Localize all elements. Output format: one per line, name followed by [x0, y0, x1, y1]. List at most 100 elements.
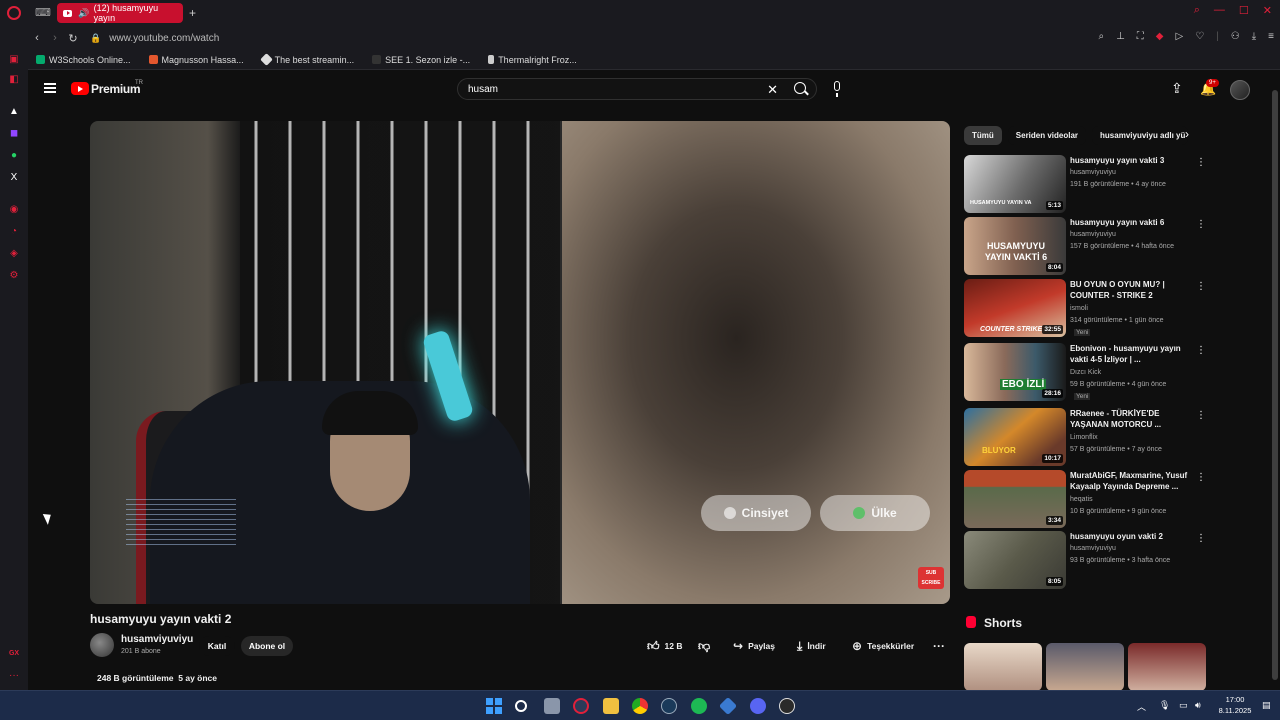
more-vert-icon[interactable]: ⋮: [1196, 533, 1206, 544]
minimize-button[interactable]: —: [1214, 4, 1225, 17]
avatar[interactable]: [1230, 80, 1250, 100]
youtube-logo-icon[interactable]: [71, 82, 89, 95]
gamepad-icon[interactable]: ⌨: [35, 7, 51, 19]
windows-start-icon[interactable]: [486, 698, 502, 714]
shorts-thumbnail[interactable]: [1128, 643, 1206, 691]
gx-icon[interactable]: GX: [8, 648, 20, 660]
more-actions-button[interactable]: ···: [933, 636, 950, 656]
scrollbar-thumb[interactable]: [1272, 90, 1278, 680]
shorts-thumbnail[interactable]: [1046, 643, 1124, 691]
video-title[interactable]: MuratAbiGF, Maxmarine, Yusuf Kayaalp Yay…: [1070, 470, 1192, 492]
opera-taskbar-icon[interactable]: [573, 698, 589, 714]
forward-icon[interactable]: ›: [46, 32, 64, 44]
more-vert-icon[interactable]: ⋮: [1196, 410, 1206, 421]
x-icon[interactable]: X: [8, 172, 20, 184]
chevron-right-icon[interactable]: ›: [1185, 127, 1189, 141]
snapshot-icon[interactable]: ⛶: [1137, 31, 1144, 42]
search-icon[interactable]: [794, 82, 806, 94]
spotify-icon[interactable]: [691, 698, 707, 714]
thanks-button[interactable]: ⊕ Teşekkürler: [852, 636, 914, 656]
more-vert-icon[interactable]: ⋮: [1196, 472, 1206, 483]
video-title[interactable]: Ebonivon - husamyuyu yayın vakti 4-5 İzl…: [1070, 343, 1192, 365]
video-title[interactable]: husamyuyu yayın vakti 3: [1070, 155, 1192, 166]
close-button[interactable]: ✕: [1263, 4, 1272, 17]
channel-avatar[interactable]: [90, 633, 114, 657]
heart-icon[interactable]: ♡: [1195, 31, 1204, 42]
extensions-icon[interactable]: ◈: [8, 248, 20, 260]
video-player[interactable]: Cinsiyet Ülke SUB SCRIBE: [90, 121, 950, 604]
channel-name[interactable]: heqatis: [1070, 496, 1093, 503]
new-tab-button[interactable]: +: [189, 6, 196, 20]
list-item[interactable]: HUSAMYUYU YAYIN VA 5:13 husamyuyu yayın …: [964, 155, 1209, 213]
clock-app-icon[interactable]: [779, 698, 795, 714]
more-dots-icon[interactable]: ···: [8, 670, 20, 682]
chip-all[interactable]: Tümü: [964, 125, 1002, 145]
network-icon[interactable]: ▭: [1179, 700, 1188, 711]
download-icon[interactable]: ⤓: [1252, 31, 1256, 42]
volume-icon[interactable]: 🔊︎: [1195, 700, 1201, 711]
subscribe-watermark[interactable]: SUB SCRIBE: [918, 567, 944, 589]
app-icon[interactable]: [718, 696, 738, 716]
video-thumbnail[interactable]: HUSAMYUYU YAYIN VAKTİ 6 8:04: [964, 217, 1066, 275]
bookmark-item[interactable]: W3Schools Online...: [36, 55, 131, 65]
share-button[interactable]: ↪ Paylaş: [733, 636, 775, 656]
shorts-thumbnail[interactable]: [964, 643, 1042, 691]
chip-series[interactable]: Seriden videolar: [1007, 125, 1087, 145]
video-title[interactable]: BU OYUN O OYUN MU? | COUNTER - STRIKE 2: [1070, 279, 1192, 301]
system-clock[interactable]: 17:00 8.11.2025: [1214, 694, 1256, 716]
file-explorer-icon[interactable]: [603, 698, 619, 714]
video-thumbnail[interactable]: BLUYOR 10:17: [964, 408, 1066, 466]
more-vert-icon[interactable]: ⋮: [1196, 219, 1206, 230]
menu-icon[interactable]: [44, 83, 56, 93]
twitch-icon[interactable]: ◼: [8, 128, 20, 140]
discord-icon[interactable]: [750, 698, 766, 714]
opera-logo-icon[interactable]: [7, 6, 21, 20]
channel-name[interactable]: ismoli: [1070, 305, 1088, 312]
video-title[interactable]: husamyuyu yayın vakti 6: [1070, 217, 1192, 228]
channel-name[interactable]: husamviyuviyu: [121, 634, 193, 645]
more-vert-icon[interactable]: ⋮: [1196, 345, 1206, 356]
video-thumbnail[interactable]: EBO İZLİ 28:16: [964, 343, 1066, 401]
video-title[interactable]: husamyuyu oyun vakti 2: [1070, 531, 1192, 542]
chrome-icon[interactable]: [632, 698, 648, 714]
dislike-button[interactable]: 👎︎: [698, 636, 715, 656]
pin-icon[interactable]: ⊥: [1116, 31, 1125, 42]
bookmark-item[interactable]: Thermalright Froz...: [488, 55, 577, 65]
like-button[interactable]: 👍︎ 12 B: [647, 636, 683, 656]
video-title[interactable]: RRaenee - TÜRKİYE'DE YAŞANAN MOTORCU ...: [1070, 408, 1192, 430]
aria-icon[interactable]: ◧: [8, 74, 20, 86]
tray-mic-icon[interactable]: 🎙︎: [1159, 700, 1170, 711]
more-vert-icon[interactable]: ⋮: [1196, 281, 1206, 292]
search-icon[interactable]: ⌕: [1194, 4, 1200, 17]
notification-center-icon[interactable]: ▤: [1262, 700, 1271, 711]
channel-name[interactable]: husamviyuviyu: [1070, 169, 1116, 176]
account-icon[interactable]: ⚇: [1231, 31, 1240, 42]
player-icon[interactable]: ◉: [8, 204, 20, 216]
channel-name[interactable]: Dızcı Kick: [1070, 369, 1101, 376]
tray-chevron-icon[interactable]: ︿: [1137, 700, 1146, 713]
speaker-icon[interactable]: 🔊: [78, 8, 89, 19]
history-icon[interactable]: ◔: [8, 226, 20, 238]
list-item[interactable]: EBO İZLİ 28:16 Ebonivon - husamyuyu yayı…: [964, 343, 1209, 401]
video-thumbnail[interactable]: 8:05: [964, 531, 1066, 589]
clear-search-icon[interactable]: ✕: [767, 82, 778, 98]
easy-setup-icon[interactable]: ≡: [1268, 31, 1274, 42]
vpn-shield-icon[interactable]: ◆: [1156, 31, 1164, 42]
list-item[interactable]: COUNTER STRIKE 2 32:55 BU OYUN O OYUN MU…: [964, 279, 1209, 337]
list-item[interactable]: HUSAMYUYU YAYIN VAKTİ 6 8:04 husamyuyu y…: [964, 217, 1209, 275]
chip-channel[interactable]: husamviyuviyu adlı yü: [1092, 125, 1189, 145]
join-button[interactable]: Katıl: [199, 636, 235, 656]
premium-logo-text[interactable]: Premium: [91, 82, 141, 96]
search-input[interactable]: husam: [468, 84, 498, 95]
channel-name[interactable]: Limonflix: [1070, 434, 1098, 441]
channel-name[interactable]: husamviyuviyu: [1070, 231, 1116, 238]
subscribe-button[interactable]: Abone ol: [241, 636, 293, 656]
upload-icon[interactable]: ⇪: [1171, 80, 1183, 97]
task-view-icon[interactable]: [544, 698, 560, 714]
bookmark-item[interactable]: SEE 1. Sezon izle -...: [372, 55, 470, 65]
steam-icon[interactable]: [661, 698, 677, 714]
browser-tab-active[interactable]: 🔊 (12) husamyuyu yayın: [57, 3, 183, 23]
settings-gear-icon[interactable]: ⚙: [8, 270, 20, 282]
search-icon[interactable]: [515, 700, 527, 712]
search-box[interactable]: husam ✕: [457, 78, 817, 100]
